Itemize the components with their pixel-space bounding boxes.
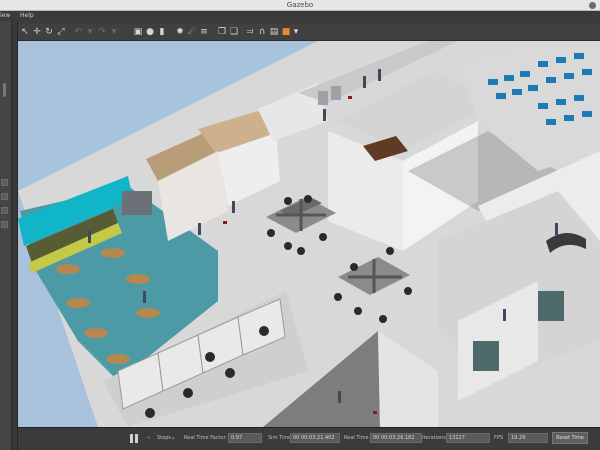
change-view-icon[interactable]: ▤ <box>269 27 279 37</box>
panel-toggle-3[interactable] <box>1 207 8 214</box>
translate-icon[interactable]: ✛ <box>32 27 42 37</box>
cylinder-icon[interactable]: ▮ <box>157 27 167 37</box>
fps-label: FPS <box>494 435 504 441</box>
iterations-label: Iterations <box>422 435 446 441</box>
box-icon[interactable]: ▣ <box>133 27 143 37</box>
redo-icon[interactable]: ↷ <box>97 27 107 37</box>
steps-spinner-icon[interactable]: ▴ <box>172 435 175 441</box>
paste-icon[interactable]: ❑ <box>229 27 239 37</box>
title-bar: Gazebo <box>0 0 600 11</box>
align-icon[interactable]: ⫤ <box>245 27 255 37</box>
directional-light-icon[interactable]: ≡ <box>199 27 209 37</box>
redo-dropdown-icon[interactable]: ▾ <box>109 27 119 37</box>
real-time-label: Real Time <box>344 435 369 441</box>
pause-icon[interactable] <box>130 434 139 443</box>
menu-item-view[interactable]: iew <box>0 12 10 19</box>
right-room-cabinet-2 <box>538 291 564 321</box>
menu-item-help[interactable]: Help <box>20 12 34 19</box>
undo-icon[interactable]: ↶ <box>73 27 83 37</box>
window-title: Gazebo <box>286 1 314 9</box>
office-scene <box>18 41 600 427</box>
menu-bar: iew Help <box>0 11 600 21</box>
sim-time-label: Sim Time <box>268 435 292 441</box>
spot-light-icon[interactable]: ☄ <box>187 27 197 37</box>
screenshot-icon[interactable]: ■ <box>281 27 291 37</box>
copy-icon[interactable]: ❐ <box>217 27 227 37</box>
undo-dropdown-icon[interactable]: ▾ <box>85 27 95 37</box>
status-bar: ⇥ Steps ▴ Real Time Factor: 0.97 Sim Tim… <box>18 427 600 450</box>
rotate-icon[interactable]: ↻ <box>44 27 54 37</box>
rtf-label: Real Time Factor: <box>184 435 228 441</box>
step-icon[interactable]: ⇥ <box>146 435 150 441</box>
right-room-cabinet <box>473 341 499 371</box>
fridge <box>122 191 152 215</box>
steps-label: Steps <box>157 435 171 441</box>
elevator-door-1 <box>318 91 328 105</box>
iterations-field: 13127 <box>446 433 490 443</box>
scale-icon[interactable]: ⤢ <box>56 27 66 37</box>
fps-field: 19.29 <box>508 433 548 443</box>
left-panel <box>0 21 12 450</box>
panel-scrollbar[interactable] <box>3 83 6 97</box>
real-time-field: 00 00:03:26.182 <box>370 433 422 443</box>
view-dropdown-icon[interactable]: ▾ <box>291 27 301 37</box>
select-arrow-icon[interactable]: ↖ <box>20 27 30 37</box>
panel-toggle-4[interactable] <box>1 221 8 228</box>
sphere-icon[interactable]: ● <box>145 27 155 37</box>
sim-time-field: 00 00:03:21.402 <box>290 433 340 443</box>
scene-viewport[interactable] <box>18 41 600 427</box>
toolbar: ↖ ✛ ↻ ⤢ ↶ ▾ ↷ ▾ ▣ ● ▮ ✹ ☄ ≡ ❐ ❑ ⫤ ∩ ▤ ■ … <box>18 24 600 41</box>
snap-icon[interactable]: ∩ <box>257 27 267 37</box>
reset-time-button[interactable]: Reset Time <box>552 432 588 444</box>
panel-toggle-2[interactable] <box>1 193 8 200</box>
elevator-door-2 <box>331 86 341 100</box>
close-icon[interactable] <box>589 2 596 9</box>
rtf-field: 0.97 <box>228 433 262 443</box>
point-light-icon[interactable]: ✹ <box>175 27 185 37</box>
panel-toggle-1[interactable] <box>1 179 8 186</box>
